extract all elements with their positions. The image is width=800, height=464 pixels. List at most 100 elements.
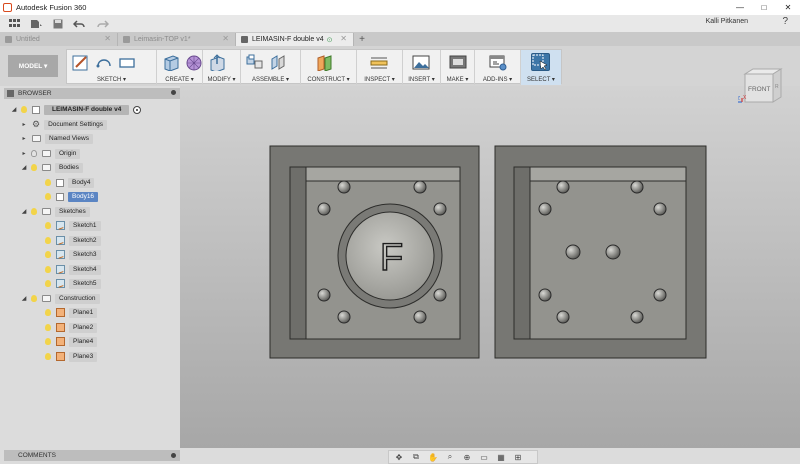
- minimize-button[interactable]: —: [728, 0, 752, 15]
- visibility-bulb-icon[interactable]: [44, 308, 52, 317]
- browser-item-sketch5[interactable]: Sketch5: [34, 278, 101, 289]
- comments-panel-header[interactable]: COMMENTS: [4, 450, 180, 461]
- viewports-icon[interactable]: ⊞: [511, 452, 525, 463]
- browser-item-sketch4[interactable]: Sketch4: [34, 264, 101, 275]
- form-sphere-icon[interactable]: [184, 53, 203, 71]
- extrude-icon[interactable]: [161, 53, 180, 71]
- visibility-bulb-icon[interactable]: [44, 192, 52, 201]
- undo-icon[interactable]: [72, 17, 88, 31]
- visibility-bulb-icon[interactable]: [44, 178, 52, 187]
- help-icon[interactable]: ?: [782, 16, 788, 27]
- create-sketch-icon[interactable]: [71, 53, 90, 71]
- browser-item-sketch3[interactable]: Sketch3: [34, 249, 101, 260]
- sketch-group[interactable]: SKETCH ▾: [67, 50, 157, 85]
- tab-leimasin-top[interactable]: Leimasin-TOP v1* ✕: [118, 33, 236, 46]
- pan-icon[interactable]: ✋: [426, 452, 440, 463]
- fit-icon[interactable]: ⊕: [460, 452, 474, 463]
- visibility-bulb-icon[interactable]: [44, 323, 52, 332]
- visibility-bulb-icon[interactable]: [30, 149, 38, 158]
- visibility-bulb-icon[interactable]: [44, 221, 52, 230]
- rectangle-tool-icon[interactable]: [117, 53, 136, 71]
- redo-icon[interactable]: [94, 17, 110, 31]
- select-group[interactable]: SELECT ▾: [521, 50, 561, 85]
- file-menu-icon[interactable]: [28, 17, 44, 31]
- make-group[interactable]: MAKE ▾: [441, 50, 475, 85]
- close-tab-icon[interactable]: ✕: [104, 34, 111, 43]
- visibility-bulb-icon[interactable]: [30, 207, 38, 216]
- view-cube[interactable]: FRONT R Z X: [737, 66, 784, 106]
- joint-icon[interactable]: [268, 53, 287, 71]
- user-account-menu[interactable]: Kalli Pitkanen: [706, 18, 748, 25]
- browser-item-plane1[interactable]: Plane1: [34, 307, 98, 318]
- line-tool-icon[interactable]: [94, 53, 113, 71]
- display-settings-icon[interactable]: ▭: [477, 452, 491, 463]
- maximize-button[interactable]: □: [752, 0, 776, 15]
- browser-root[interactable]: ◢ LEIMASIN-F double v4: [10, 104, 142, 115]
- new-tab-button[interactable]: +: [354, 33, 370, 46]
- workspace-switcher[interactable]: MODEL ▾: [8, 55, 58, 77]
- browser-item-named-views[interactable]: ▸ Named Views: [20, 133, 93, 144]
- browser-item-sketch1[interactable]: Sketch1: [34, 220, 101, 231]
- close-tab-icon[interactable]: ✕: [340, 34, 347, 43]
- visibility-bulb-icon[interactable]: [44, 236, 52, 245]
- activate-radio[interactable]: [133, 105, 142, 114]
- data-panel-icon[interactable]: [6, 17, 22, 31]
- modify-group[interactable]: MODIFY ▾: [203, 50, 241, 85]
- new-component-icon[interactable]: [245, 53, 264, 71]
- press-pull-icon[interactable]: [207, 53, 226, 71]
- mould-body-left[interactable]: F: [269, 145, 480, 359]
- expand-arrow-icon[interactable]: ◢: [20, 164, 28, 171]
- construct-group[interactable]: CONSTRUCT ▾: [301, 50, 357, 85]
- inspect-group[interactable]: INSPECT ▾: [357, 50, 403, 85]
- expand-arrow-icon[interactable]: ▸: [20, 121, 28, 128]
- visibility-bulb-icon[interactable]: [44, 265, 52, 274]
- expand-arrow-icon[interactable]: ▸: [20, 135, 28, 142]
- assemble-group[interactable]: ASSEMBLE ▾: [241, 50, 301, 85]
- scripts-addins-icon[interactable]: [488, 53, 507, 71]
- tab-untitled[interactable]: Untitled ✕: [0, 33, 118, 46]
- create-group[interactable]: CREATE ▾: [157, 50, 203, 85]
- close-tab-icon[interactable]: ✕: [222, 34, 229, 43]
- look-at-icon[interactable]: ⧉: [409, 452, 423, 463]
- grid-settings-icon[interactable]: ▦: [494, 452, 508, 463]
- add-comment-icon[interactable]: [171, 453, 176, 458]
- insert-image-icon[interactable]: [411, 53, 430, 71]
- orbit-icon[interactable]: ✥: [392, 452, 406, 463]
- browser-panel-header[interactable]: BROWSER: [4, 88, 180, 99]
- expand-arrow-icon[interactable]: ◢: [10, 106, 18, 113]
- browser-item-document-settings[interactable]: ▸ ⚙ Document Settings: [20, 119, 107, 130]
- browser-item-plane3[interactable]: Plane3: [34, 351, 98, 362]
- browser-item-sketch2[interactable]: Sketch2: [34, 235, 101, 246]
- browser-item-bodies[interactable]: ◢ Bodies: [20, 162, 83, 173]
- 3d-print-icon[interactable]: [448, 53, 467, 71]
- browser-item-body16[interactable]: Body16: [34, 191, 99, 202]
- browser-item-construction[interactable]: ◢ Construction: [20, 293, 100, 304]
- visibility-bulb-icon[interactable]: [30, 294, 38, 303]
- select-cursor-icon[interactable]: [531, 53, 550, 71]
- browser-item-sketches[interactable]: ◢ Sketches: [20, 206, 90, 217]
- 3d-viewport[interactable]: F: [180, 86, 800, 448]
- measure-icon[interactable]: [369, 53, 388, 71]
- browser-item-origin[interactable]: ▸ Origin: [20, 148, 81, 159]
- add-ins-group[interactable]: ADD-INS ▾: [475, 50, 521, 85]
- visibility-bulb-icon[interactable]: [44, 250, 52, 259]
- tab-leimasin-f-double[interactable]: LEIMASIN-F double v4 ⊙ ✕: [236, 33, 354, 46]
- browser-item-plane4[interactable]: Plane4: [34, 336, 98, 347]
- pin-icon[interactable]: [171, 90, 176, 95]
- visibility-bulb-icon[interactable]: [30, 163, 38, 172]
- expand-arrow-icon[interactable]: ▸: [20, 150, 28, 157]
- visibility-bulb-icon[interactable]: [44, 279, 52, 288]
- expand-arrow-icon[interactable]: ◢: [20, 295, 28, 302]
- browser-item-plane2[interactable]: Plane2: [34, 322, 98, 333]
- close-button[interactable]: ✕: [776, 0, 800, 15]
- insert-group[interactable]: INSERT ▾: [403, 50, 441, 85]
- offset-plane-icon[interactable]: [315, 53, 334, 71]
- visibility-bulb-icon[interactable]: [44, 337, 52, 346]
- visibility-bulb-icon[interactable]: [44, 352, 52, 361]
- save-icon[interactable]: [50, 17, 66, 31]
- visibility-bulb-icon[interactable]: [20, 105, 28, 114]
- collapse-browser-icon[interactable]: [7, 90, 14, 97]
- browser-item-body4[interactable]: Body4: [34, 177, 95, 188]
- expand-arrow-icon[interactable]: ◢: [20, 208, 28, 215]
- zoom-icon[interactable]: ⌕: [443, 452, 457, 463]
